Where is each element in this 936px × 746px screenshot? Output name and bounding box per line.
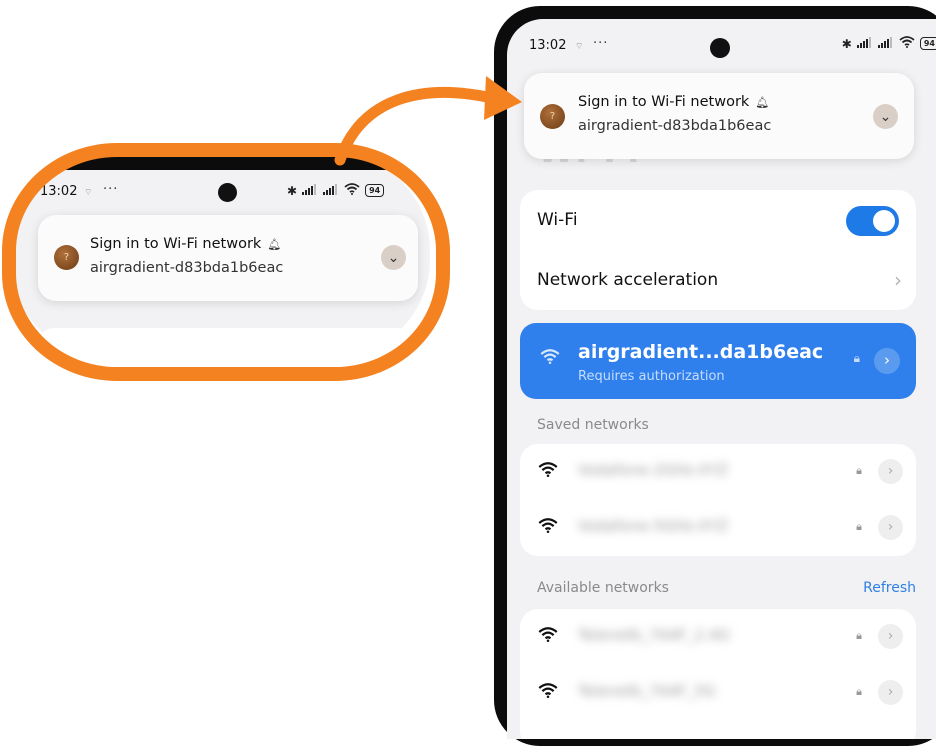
refresh-button[interactable]: Refresh — [863, 580, 916, 596]
active-network-row[interactable]: airgradient...da1b6eac Requires authoriz… — [520, 323, 916, 399]
status-icons: ✱ 94 — [842, 36, 936, 51]
status-more-dots: ··· — [593, 36, 609, 51]
phone-screen: 13:02 ⌔ ··· ✱ 94 Wi-Fi ? Sign in to Wi-F… — [507, 19, 936, 739]
chevron-down-icon: ⌄ — [381, 245, 406, 270]
notification-title: Sign in to Wi-Fi network 🔔︎ — [578, 94, 769, 110]
wifi-app-icon: ? — [540, 104, 565, 129]
saved-network-row[interactable]: Vodafone-5GHz-XYZ 🔒︎ › — [520, 500, 916, 556]
chevron-right-icon[interactable]: › — [878, 624, 903, 649]
wifi-signin-notification[interactable]: ? Sign in to Wi-Fi network 🔔︎ airgradient… — [524, 73, 914, 159]
notification-subtitle: airgradient-d83bda1b6eac — [578, 118, 772, 134]
bell-icon: 🔔︎ — [267, 238, 282, 251]
saved-network-row[interactable]: Vodafone-2GHz-XYZ 🔒︎ › — [520, 444, 916, 500]
zoom-callout: 13:02 ⌔ ··· ✱ 94 Wi-Fi ? Sign in to Wi-F… — [10, 150, 430, 360]
notification-title-text: Sign in to Wi-Fi network — [578, 94, 750, 110]
zoom-status-time: 13:02 — [40, 184, 78, 199]
cellular-signal-icon — [302, 183, 318, 198]
wifi-question-icon: ⌔ — [575, 42, 584, 52]
cellular-signal-icon — [856, 36, 873, 51]
available-network-row[interactable]: Telenetb_7A4F_5G 🔒︎ › — [520, 665, 916, 721]
wifi-icon — [538, 627, 558, 646]
zoom-settings-card — [38, 328, 418, 360]
zoom-notification-title-text: Sign in to Wi-Fi network — [90, 236, 262, 252]
wifi-icon — [540, 349, 560, 368]
lock-icon: 🔒︎ — [856, 629, 862, 642]
wifi-toggle[interactable] — [846, 206, 899, 236]
lock-icon: 🔒︎ — [856, 685, 862, 698]
settings-card: Wi-Fi Network acceleration › — [520, 190, 916, 310]
network-name-blurred: Vodafone-5GHz-XYZ — [578, 517, 729, 535]
network-name-blurred: Vodafone-2GHz-XYZ — [578, 461, 729, 479]
active-network-name: airgradient...da1b6eac — [578, 341, 824, 363]
network-acceleration-label[interactable]: Network acceleration — [537, 270, 718, 290]
chevron-right-icon[interactable]: › — [878, 459, 903, 484]
chevron-right-icon[interactable]: › — [874, 348, 900, 374]
network-name-blurred: Telenetb_7A4F_2.4G — [578, 626, 730, 644]
zoom-status-dots: ··· — [103, 182, 119, 197]
battery-indicator: 94 — [919, 37, 936, 50]
wifi-icon — [538, 462, 558, 481]
status-time: 13:02 — [529, 38, 567, 53]
zoom-notification: ? Sign in to Wi-Fi network 🔔︎ airgradient… — [38, 215, 418, 301]
chevron-right-icon[interactable]: › — [894, 268, 902, 292]
cellular-signal-icon-2 — [877, 36, 894, 51]
wifi-label: Wi-Fi — [537, 210, 578, 230]
wifi-icon — [538, 683, 558, 702]
zoom-notification-subtitle: airgradient-d83bda1b6eac — [90, 260, 284, 276]
wifi-icon — [344, 183, 360, 198]
lock-icon: 🔒︎ — [856, 464, 862, 477]
saved-networks-card: Vodafone-2GHz-XYZ 🔒︎ › Vodafone-5GHz-XYZ… — [520, 444, 916, 556]
wifi-question-icon: ⌔ — [84, 188, 93, 198]
lock-icon: 🔒︎ — [856, 520, 862, 533]
chevron-right-icon[interactable]: › — [878, 515, 903, 540]
zoom-status-icons: ✱ 94 — [287, 183, 385, 198]
bluetooth-icon: ✱ — [841, 36, 852, 51]
active-network-status: Requires authorization — [578, 369, 725, 384]
chevron-down-icon[interactable]: ⌄ — [873, 104, 898, 129]
front-camera — [710, 38, 730, 58]
zoom-notification-title: Sign in to Wi-Fi network 🔔︎ — [90, 236, 281, 252]
network-name-blurred: Telenetb_7A4F_5G — [578, 682, 716, 700]
front-camera — [218, 183, 237, 202]
available-networks-heading: Available networks — [537, 580, 669, 596]
bluetooth-icon: ✱ — [287, 183, 298, 198]
battery-indicator: 94 — [365, 184, 385, 197]
lock-icon: 🔒︎ — [853, 351, 860, 365]
status-bar: 13:02 ⌔ ··· ✱ 94 — [507, 19, 936, 73]
available-network-row[interactable]: Telenetb_7A4F_2.4G 🔒︎ › — [520, 609, 916, 665]
zoom-content: 13:02 ⌔ ··· ✱ 94 Wi-Fi ? Sign in to Wi-F… — [10, 150, 430, 360]
wifi-icon — [899, 36, 915, 51]
zoom-phone-edge — [10, 150, 430, 170]
chevron-right-icon[interactable]: › — [878, 680, 903, 705]
wifi-app-icon: ? — [54, 245, 79, 270]
cellular-signal-icon-2 — [323, 183, 339, 198]
wifi-icon — [538, 518, 558, 537]
saved-networks-heading: Saved networks — [537, 417, 649, 433]
bell-icon: 🔔︎ — [755, 96, 770, 109]
